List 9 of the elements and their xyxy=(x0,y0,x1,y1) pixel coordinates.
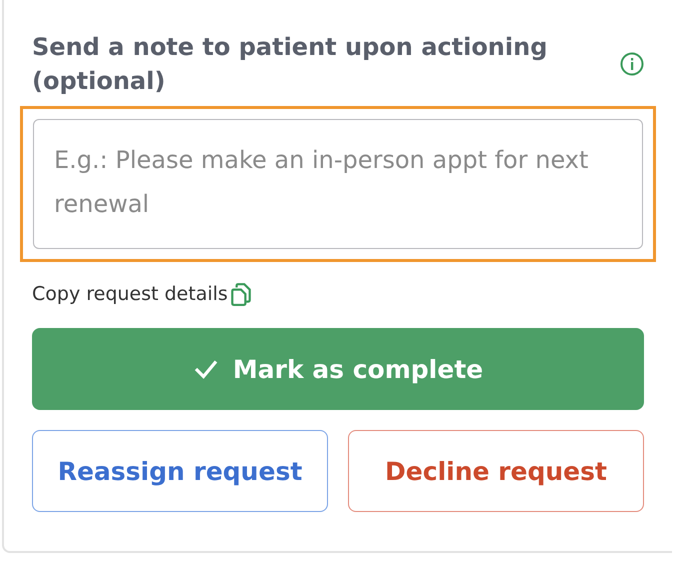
field-label: Send a note to patient upon actioning (optional) xyxy=(32,32,548,97)
check-icon xyxy=(192,359,219,379)
info-icon[interactable] xyxy=(620,52,644,76)
copy-icon[interactable] xyxy=(230,282,252,306)
complete-button[interactable]: Mark as complete xyxy=(32,328,644,410)
copy-link[interactable]: Copy request details xyxy=(32,283,228,305)
reassign-button[interactable]: Reassign request xyxy=(32,430,328,512)
decline-button[interactable]: Decline request xyxy=(348,430,644,512)
note-field[interactable]: E.g.: Please make an in-person appt for next renewal xyxy=(33,119,643,249)
